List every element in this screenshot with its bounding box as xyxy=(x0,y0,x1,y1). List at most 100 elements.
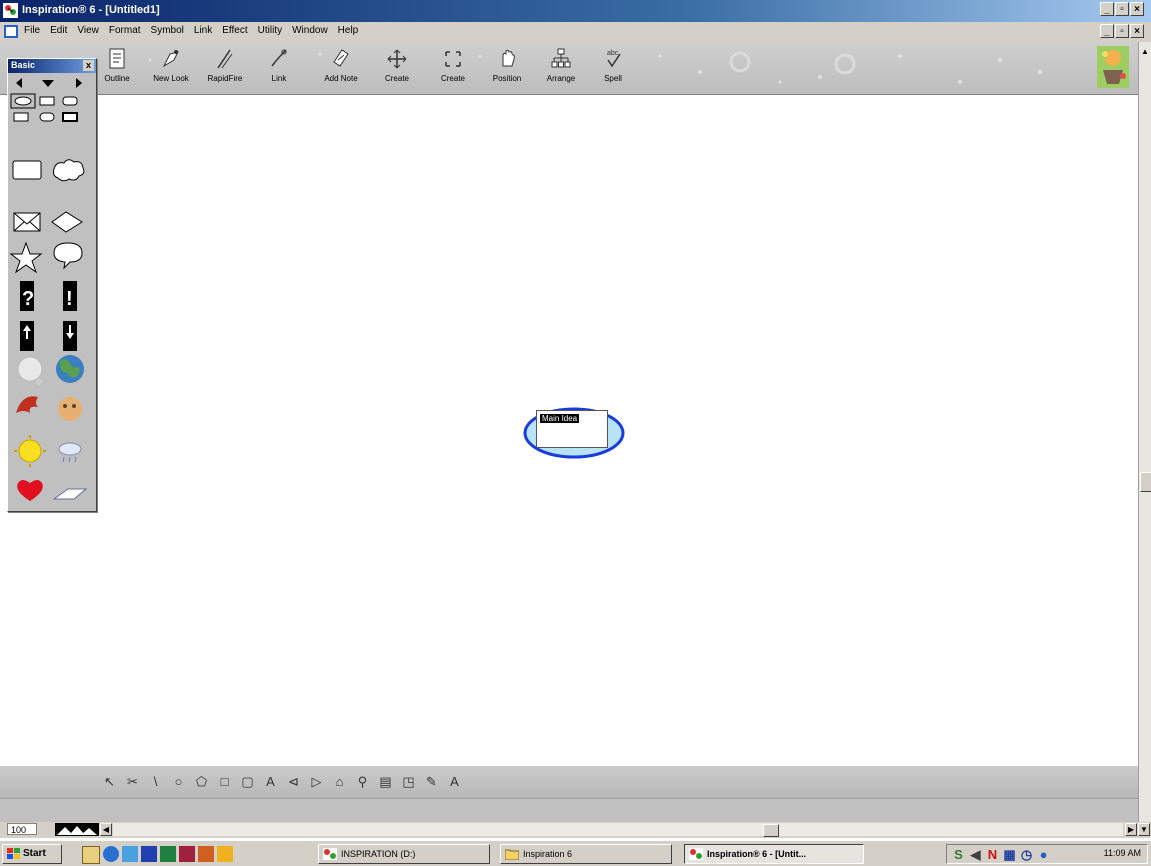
start-button[interactable]: Start xyxy=(2,844,62,864)
messenger-icon[interactable]: ● xyxy=(1036,847,1051,862)
access-icon[interactable] xyxy=(179,846,195,862)
word-icon[interactable] xyxy=(141,846,157,862)
clock-util-icon[interactable]: ◷ xyxy=(1019,847,1034,862)
scroll-up-icon[interactable]: ▲ xyxy=(1141,47,1149,56)
palette-close-icon[interactable]: x xyxy=(83,60,94,71)
internet-explorer-icon[interactable] xyxy=(103,846,119,862)
menu-link[interactable]: Link xyxy=(194,25,212,36)
lightbulb-symbol[interactable] xyxy=(17,356,43,382)
rapidfire-button[interactable]: RapidFire xyxy=(198,46,252,92)
draw-page-tool[interactable]: ◳ xyxy=(399,771,418,792)
menu-help[interactable]: Help xyxy=(338,25,359,36)
media-icon[interactable] xyxy=(217,846,233,862)
network-icon[interactable]: S xyxy=(951,847,966,862)
menu-symbol[interactable]: Symbol xyxy=(151,25,184,36)
draw-font-tool[interactable]: A xyxy=(445,771,464,792)
add-note-button[interactable]: Add Note xyxy=(314,46,368,92)
speech-bubble-symbol[interactable] xyxy=(53,242,83,270)
palette-next-icon[interactable] xyxy=(76,78,82,88)
draw-arrow-right-tool[interactable]: ▷ xyxy=(307,771,326,792)
draw-arrow-up-tool[interactable]: ⌂ xyxy=(330,771,349,792)
zoom-field[interactable]: 100 xyxy=(7,823,37,835)
doc-restore-icon[interactable]: ▫ xyxy=(1115,24,1129,38)
menu-utility[interactable]: Utility xyxy=(258,25,282,36)
palette-title-bar[interactable]: Basic x xyxy=(8,59,96,73)
draw-rounded-rect-tool[interactable]: ▢ xyxy=(238,771,257,792)
small-rect-symbol[interactable] xyxy=(39,96,55,106)
small-tab-symbol[interactable] xyxy=(13,112,29,122)
draw-note-tool[interactable]: ▤ xyxy=(376,771,395,792)
main-idea-symbol[interactable]: Main Idea xyxy=(522,405,626,461)
cloud-symbol[interactable] xyxy=(53,159,85,182)
printer-icon[interactable]: ▦ xyxy=(1002,847,1017,862)
document-icon[interactable] xyxy=(4,25,18,38)
sun-symbol[interactable] xyxy=(18,439,42,463)
palette-symbols[interactable]: ? ! xyxy=(8,73,96,511)
task-inspiration-folder[interactable]: Inspiration 6 xyxy=(500,844,672,864)
maximize-icon[interactable]: ▫ xyxy=(1115,2,1129,16)
position-button[interactable]: Position xyxy=(480,46,534,92)
draw-rect-tool[interactable]: □ xyxy=(215,771,234,792)
doc-minimize-icon[interactable]: _ xyxy=(1100,24,1114,38)
minimize-icon[interactable]: _ xyxy=(1100,2,1114,16)
draw-select-tool[interactable]: ↖ xyxy=(100,771,119,792)
norton-icon[interactable]: N xyxy=(985,847,1000,862)
task-inspiration-app[interactable]: Inspiration® 6 - [Untit... xyxy=(684,844,864,864)
palette-dropdown-icon[interactable] xyxy=(42,80,54,87)
horizontal-scrollbar[interactable] xyxy=(113,823,1123,837)
dog-symbol[interactable] xyxy=(58,397,82,421)
rain-cloud-symbol[interactable] xyxy=(58,442,82,456)
new-look-button[interactable]: New Look xyxy=(144,46,198,92)
arrange-button[interactable]: Arrange xyxy=(534,46,588,92)
show-desktop-icon[interactable] xyxy=(82,846,100,864)
horizontal-scroll-thumb[interactable] xyxy=(763,824,779,837)
main-idea-text[interactable]: Main Idea xyxy=(540,414,580,423)
menu-file[interactable]: File xyxy=(24,25,40,36)
symbol-palette[interactable]: Basic x ? ! xyxy=(7,58,97,512)
rectangle-symbol[interactable] xyxy=(12,160,42,180)
leaf-symbol[interactable] xyxy=(16,396,38,413)
draw-cut-tool[interactable]: ✂ xyxy=(123,771,142,792)
powerpoint-icon[interactable] xyxy=(198,846,214,862)
excel-icon[interactable] xyxy=(160,846,176,862)
outlook-icon[interactable] xyxy=(122,846,138,862)
main-idea-edit-box[interactable]: Main Idea xyxy=(536,410,608,448)
book-symbol[interactable] xyxy=(52,488,88,500)
doc-close-icon[interactable]: × xyxy=(1130,24,1144,38)
zoom-mountains-icon[interactable] xyxy=(55,823,99,836)
link-button[interactable]: Link xyxy=(252,46,306,92)
spell-button[interactable]: abc Spell xyxy=(586,46,640,92)
vertical-scroll-thumb[interactable] xyxy=(1140,472,1151,492)
star-symbol[interactable] xyxy=(9,241,43,274)
draw-line-tool[interactable]: \ xyxy=(146,771,165,792)
palette-prev-icon[interactable] xyxy=(16,78,22,88)
palette-nav-arrows[interactable] xyxy=(16,78,82,88)
rounded-oval-symbol[interactable] xyxy=(14,96,32,106)
vertical-scrollbar[interactable]: ▲ xyxy=(1138,42,1151,822)
scroll-down-icon[interactable]: ▼ xyxy=(1138,823,1150,836)
draw-arrow-left-tool[interactable]: ⊲ xyxy=(284,771,303,792)
outline-button[interactable]: Outline xyxy=(90,46,144,92)
task-inspiration-drive[interactable]: INSPIRATION (D:) xyxy=(318,844,490,864)
scroll-right-icon[interactable]: ▶ xyxy=(1125,823,1137,836)
volume-icon[interactable]: ◀ xyxy=(968,847,983,862)
small-bold-rect-symbol[interactable] xyxy=(62,112,78,122)
scroll-left-icon[interactable]: ◀ xyxy=(100,823,112,836)
small-rounded-rect-symbol[interactable] xyxy=(62,96,78,106)
menu-effect[interactable]: Effect xyxy=(222,25,247,36)
small-pill-symbol[interactable] xyxy=(39,112,55,122)
draw-text-tool[interactable]: A xyxy=(261,771,280,792)
create-button[interactable]: Create xyxy=(370,46,424,92)
draw-pen-tool[interactable]: ✎ xyxy=(422,771,441,792)
draw-polygon-tool[interactable]: ⬠ xyxy=(192,771,211,792)
create-subtopic-button[interactable]: Create xyxy=(426,46,480,92)
diamond-symbol[interactable] xyxy=(51,211,83,233)
heart-symbol[interactable] xyxy=(17,480,43,501)
menu-format[interactable]: Format xyxy=(109,25,141,36)
menu-edit[interactable]: Edit xyxy=(50,25,67,36)
menu-view[interactable]: View xyxy=(77,25,99,36)
draw-pin-tool[interactable]: ⚲ xyxy=(353,771,372,792)
draw-oval-tool[interactable]: ○ xyxy=(169,771,188,792)
close-icon[interactable]: × xyxy=(1130,2,1144,16)
menu-window[interactable]: Window xyxy=(292,25,328,36)
